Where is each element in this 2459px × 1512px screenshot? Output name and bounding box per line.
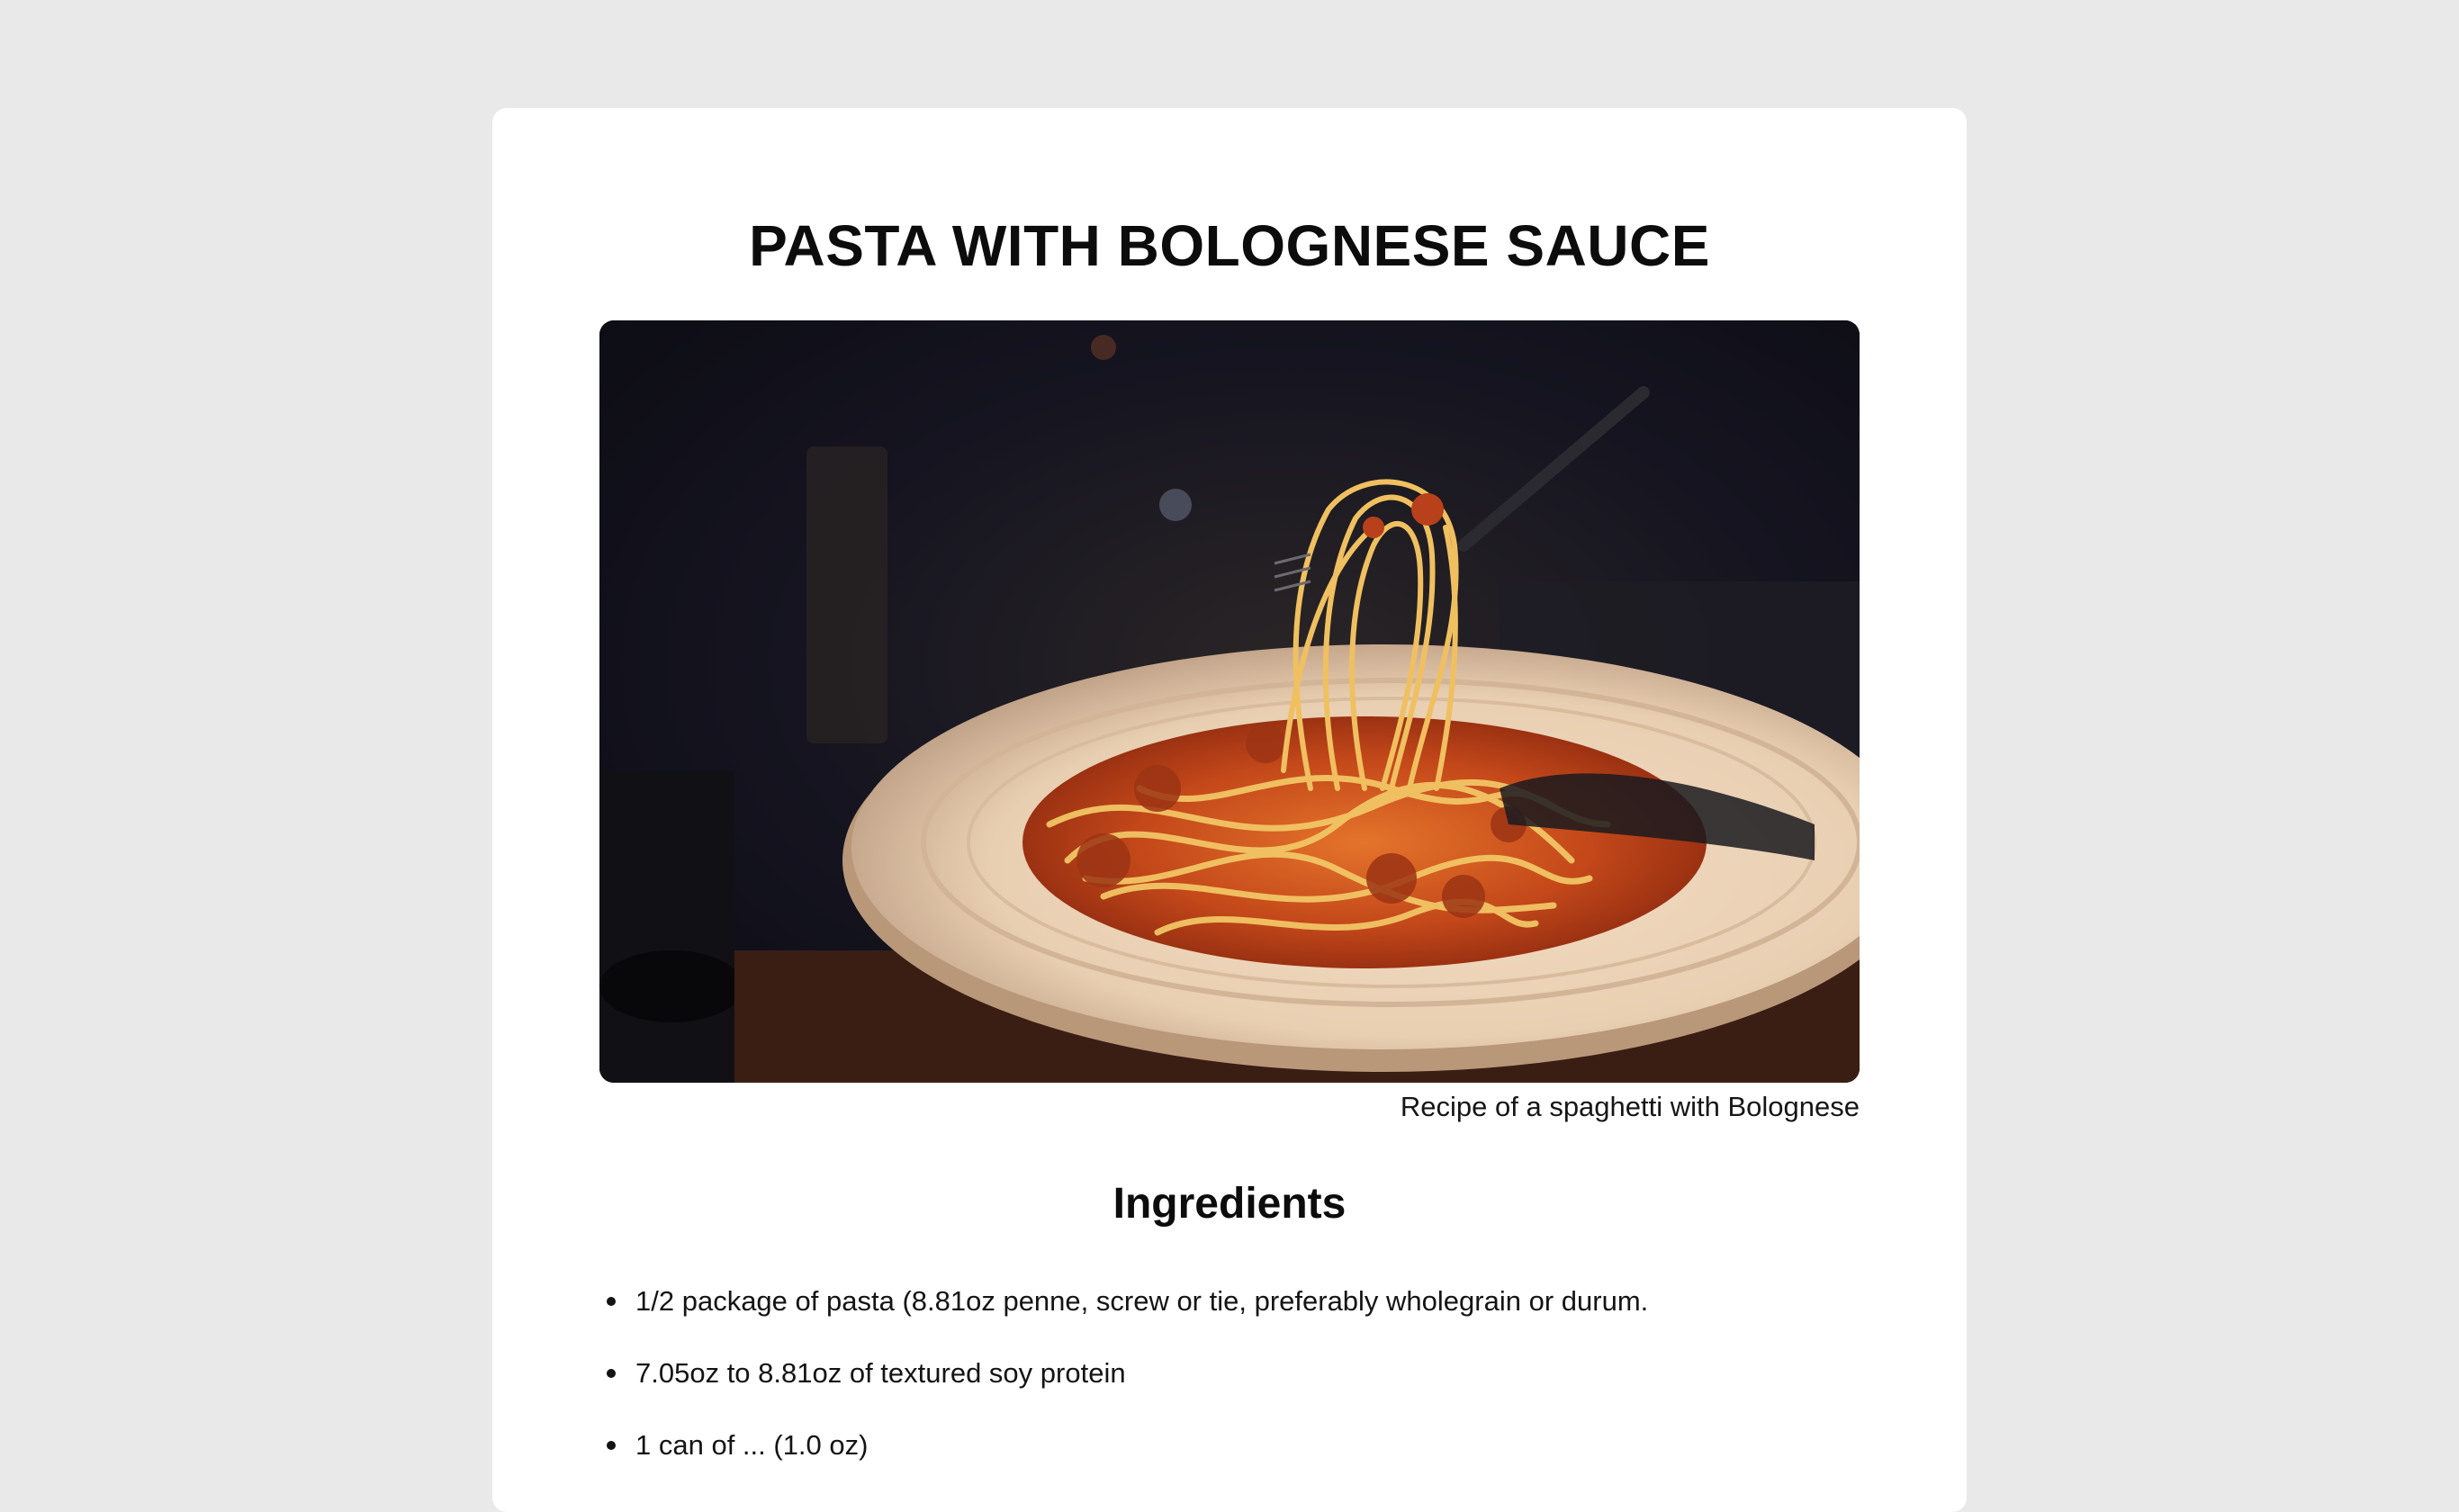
list-item: 1/2 package of pasta (8.81oz penne, scre…: [599, 1278, 1860, 1350]
ingredients-heading: Ingredients: [1112, 1180, 1347, 1228]
ingredient-text: 7.05oz to 8.81oz of textured soy protein: [635, 1357, 1126, 1389]
ingredient-text: 1/2 package of pasta (8.81oz penne, scre…: [635, 1285, 1649, 1317]
spaghetti-photo: [599, 320, 1860, 1083]
recipe-image: [599, 320, 1860, 1083]
list-item: 7.05oz to 8.81oz of textured soy protein: [599, 1350, 1860, 1422]
bullet-icon: [607, 1297, 616, 1306]
recipe-title: PASTA WITH BOLOGNESE SAUCE: [749, 213, 1710, 278]
ingredients-list: 1/2 package of pasta (8.81oz penne, scre…: [599, 1278, 1860, 1494]
image-caption: Recipe of a spaghetti with Bolognese: [1400, 1091, 1860, 1122]
bullet-icon: [607, 1369, 616, 1378]
ingredient-text: 1 can of ... (1.0 oz): [635, 1429, 869, 1461]
bullet-icon: [607, 1441, 616, 1450]
list-item: 1 can of ... (1.0 oz): [599, 1422, 1860, 1494]
